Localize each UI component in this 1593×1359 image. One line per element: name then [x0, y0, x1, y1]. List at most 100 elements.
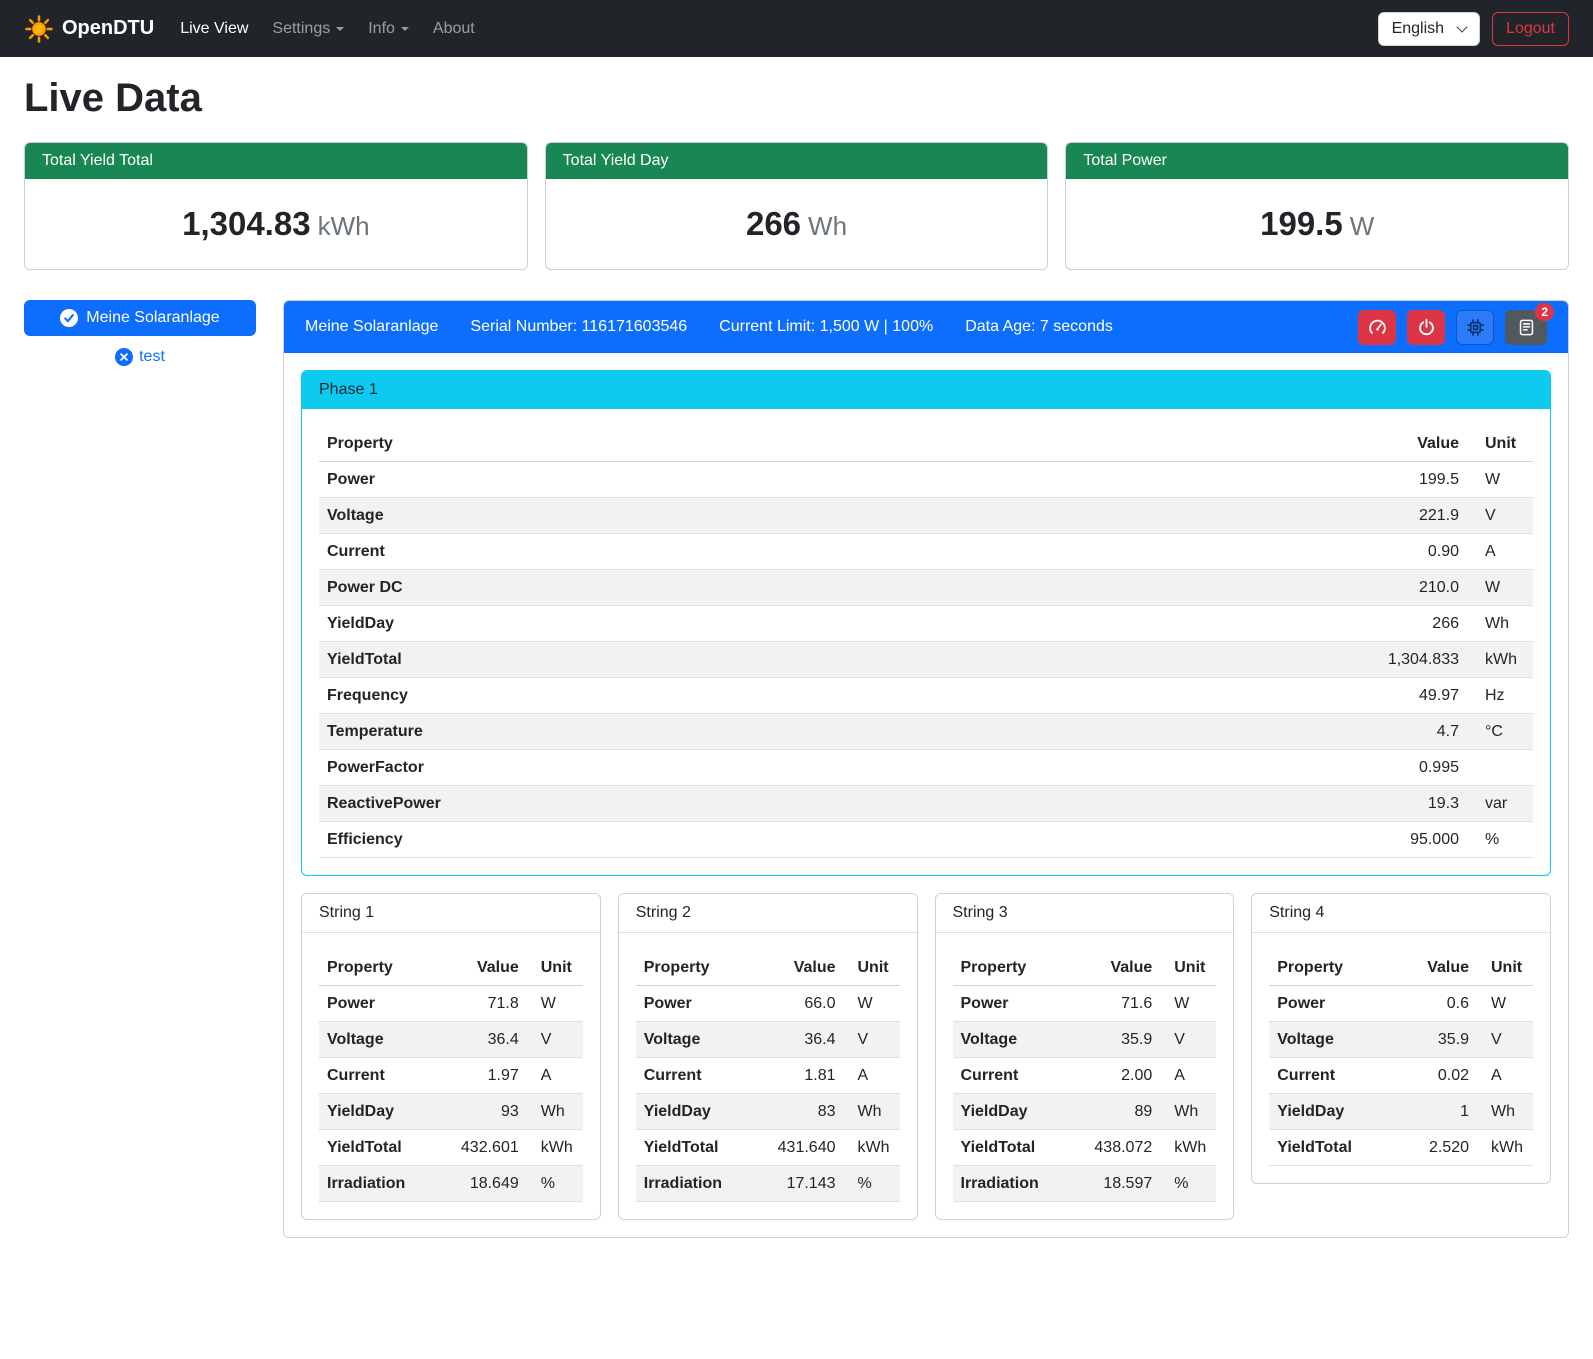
string-table: Property Value Unit [636, 950, 900, 1202]
card-value-area: 199.5W [1066, 179, 1568, 269]
table-row: YieldTotal 1,304.833 kWh [319, 642, 1533, 678]
logout-button[interactable]: Logout [1492, 12, 1569, 46]
table-row: YieldDay 1 Wh [1269, 1094, 1533, 1130]
string-card-body: Property Value Unit [619, 933, 917, 1219]
property-cell: Irradiation [636, 1166, 758, 1202]
value-header: Value [1074, 950, 1160, 986]
event-log-button[interactable]: 2 [1505, 310, 1547, 345]
brand-label: OpenDTU [62, 17, 154, 40]
inverter-name: Meine Solaranlage [305, 318, 438, 336]
value-cell: 49.97 [1337, 678, 1467, 714]
sun-icon [24, 14, 54, 44]
string-title: String 1 [302, 894, 600, 933]
property-header: Property [319, 426, 1337, 462]
value-cell: 4.7 [1337, 714, 1467, 750]
value-cell: 1.97 [441, 1058, 527, 1094]
nav-info[interactable]: Info [356, 12, 421, 46]
string-title: String 4 [1252, 894, 1550, 933]
table-row: YieldDay 89 Wh [953, 1094, 1217, 1130]
inverter-actions: 2 [1358, 310, 1547, 345]
unit-cell: % [1160, 1166, 1216, 1202]
unit-cell: A [1160, 1058, 1216, 1094]
unit-cell: V [844, 1022, 900, 1058]
value-header: Value [441, 950, 527, 986]
card-unit: kWh [318, 211, 370, 241]
value-cell: 432.601 [441, 1130, 527, 1166]
value-cell: 1,304.833 [1337, 642, 1467, 678]
inverter-card-body: Phase 1 Property Value Unit [284, 353, 1568, 1237]
unit-cell: kWh [1467, 642, 1533, 678]
value-header: Value [1337, 426, 1467, 462]
event-count-badge: 2 [1535, 303, 1554, 321]
string-table-body: Power 66.0 W Voltage 36.4 [636, 986, 900, 1202]
unit-header: Unit [844, 950, 900, 986]
nav-settings[interactable]: Settings [260, 12, 356, 46]
unit-cell: % [527, 1166, 583, 1202]
property-cell: Current [953, 1058, 1075, 1094]
unit-cell: % [844, 1166, 900, 1202]
property-cell: Current [1269, 1058, 1391, 1094]
language-select[interactable]: English [1378, 12, 1480, 46]
inverter-limit: Current Limit: 1,500 W | 100% [719, 318, 933, 336]
string-card-body: Property Value Unit [302, 933, 600, 1219]
string-table-body: Power 0.6 W Voltage 35.9 [1269, 986, 1533, 1166]
main-area: Meine Solaranlage Serial Number: 1161716… [283, 300, 1569, 1238]
check-circle-icon [60, 309, 78, 327]
unit-cell: V [1477, 1022, 1533, 1058]
phase-1-card: Phase 1 Property Value Unit [301, 370, 1551, 876]
sidebar-item-meine-solaranlage[interactable]: Meine Solaranlage [24, 300, 256, 336]
property-cell: Power [319, 462, 1337, 498]
table-row: Power 0.6 W [1269, 986, 1533, 1022]
value-cell: 66.0 [758, 986, 844, 1022]
value-cell: 1.81 [758, 1058, 844, 1094]
power-button[interactable] [1407, 310, 1445, 345]
unit-cell: V [527, 1022, 583, 1058]
property-cell: Power DC [319, 570, 1337, 606]
gauge-icon [1368, 318, 1387, 337]
property-cell: Voltage [319, 498, 1337, 534]
brand[interactable]: OpenDTU [24, 14, 154, 44]
limit-settings-button[interactable] [1358, 310, 1396, 345]
unit-cell: kWh [844, 1130, 900, 1166]
page-container: Live Data Total Yield Total 1,304.83kWh … [0, 76, 1593, 1262]
strings-row: String 1 Property Value Unit [301, 893, 1551, 1220]
table-row: ReactivePower 19.3 var [319, 786, 1533, 822]
nav-live-view[interactable]: Live View [168, 12, 260, 46]
string-table: Property Value Unit [319, 950, 583, 1202]
string-1-card: String 1 Property Value Unit [301, 893, 601, 1220]
string-3-card: String 3 Property Value Unit [935, 893, 1235, 1220]
table-row: Current 1.81 A [636, 1058, 900, 1094]
table-row: Power 71.6 W [953, 986, 1217, 1022]
nav-about[interactable]: About [421, 12, 487, 46]
table-row: Irradiation 18.597 % [953, 1166, 1217, 1202]
property-cell: Voltage [953, 1022, 1075, 1058]
card-title: Total Power [1066, 143, 1568, 179]
table-row: Frequency 49.97 Hz [319, 678, 1533, 714]
value-cell: 0.6 [1391, 986, 1477, 1022]
string-title: String 2 [619, 894, 917, 933]
value-cell: 36.4 [441, 1022, 527, 1058]
inverter-card-header: Meine Solaranlage Serial Number: 1161716… [284, 301, 1568, 353]
sidebar-item-label: Meine Solaranlage [86, 309, 219, 327]
chevron-down-icon [336, 27, 344, 31]
table-row: Voltage 221.9 V [319, 498, 1533, 534]
nav-info-label: Info [368, 20, 395, 38]
table-row: Irradiation 18.649 % [319, 1166, 583, 1202]
table-header-row: Property Value Unit [319, 426, 1533, 462]
table-row: Current 2.00 A [953, 1058, 1217, 1094]
restart-button[interactable] [1456, 310, 1494, 345]
string-table-body: Power 71.8 W Voltage 36.4 [319, 986, 583, 1202]
table-row: Power DC 210.0 W [319, 570, 1533, 606]
property-cell: Irradiation [953, 1166, 1075, 1202]
string-table-body: Power 71.6 W Voltage 35.9 [953, 986, 1217, 1202]
sidebar-item-test[interactable]: test [24, 348, 256, 366]
unit-cell: W [1467, 462, 1533, 498]
card-unit: Wh [808, 211, 847, 241]
card-value-area: 266Wh [546, 179, 1048, 269]
unit-cell: W [1160, 986, 1216, 1022]
inverter-sidebar: Meine Solaranlage test [24, 300, 256, 366]
property-cell: YieldTotal [953, 1130, 1075, 1166]
string-table: Property Value Unit [953, 950, 1217, 1202]
property-cell: Current [636, 1058, 758, 1094]
string-4-card: String 4 Property Value Unit [1251, 893, 1551, 1184]
